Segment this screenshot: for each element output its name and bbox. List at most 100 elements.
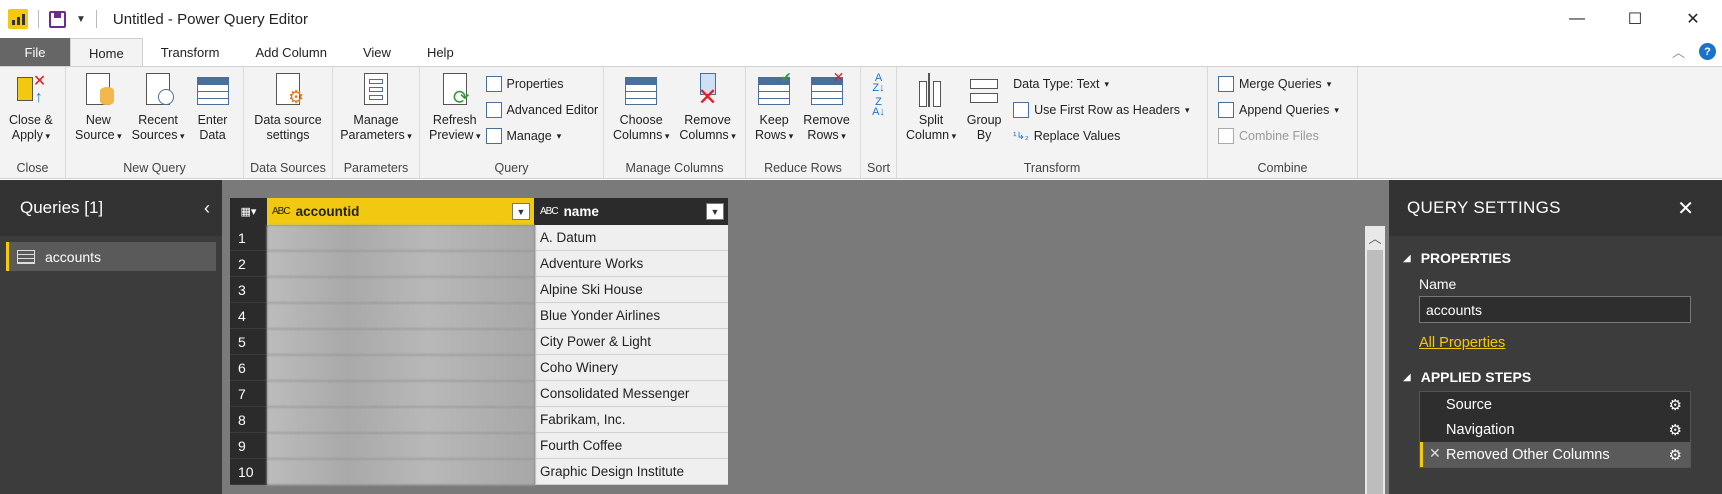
accountid-cell-redacted[interactable] [267, 407, 535, 433]
remove-columns-button[interactable]: ✕ Remove Columns [674, 71, 740, 158]
row-number[interactable]: 10 [230, 459, 267, 485]
manage-query-button[interactable]: Manage [485, 125, 599, 147]
tab-view[interactable]: View [345, 38, 409, 66]
append-queries-button[interactable]: Append Queries [1218, 99, 1339, 121]
accountid-cell-redacted[interactable] [267, 355, 535, 381]
column-header-accountid[interactable]: ABC accountid ▼ [267, 198, 535, 225]
scroll-thumb[interactable] [1367, 250, 1383, 494]
group-reduce-rows-label: Reduce Rows [764, 161, 842, 175]
text-type-icon[interactable]: ABC [272, 206, 291, 217]
group-by-icon [966, 71, 1002, 109]
ribbon-tabs: File Home Transform Add Column View Help… [0, 38, 1722, 67]
name-cell[interactable]: Alpine Ski House [535, 277, 728, 303]
power-bi-logo-icon [8, 9, 28, 29]
name-cell[interactable]: Coho Winery [535, 355, 728, 381]
collapse-queries-icon[interactable]: ‹ [204, 198, 210, 219]
tab-help[interactable]: Help [409, 38, 472, 66]
gear-icon[interactable]: ⚙ [1669, 446, 1682, 464]
keep-rows-button[interactable]: ✔ Keep Rows [750, 69, 798, 158]
new-source-label: New Source [75, 113, 122, 144]
row-number[interactable]: 3 [230, 277, 267, 303]
row-number[interactable]: 4 [230, 303, 267, 329]
name-cell[interactable]: A. Datum [535, 225, 728, 251]
filter-dropdown-icon[interactable]: ▼ [512, 203, 530, 220]
advanced-editor-button[interactable]: Advanced Editor [485, 99, 598, 121]
name-cell[interactable]: Graphic Design Institute [535, 459, 728, 485]
enter-data-button[interactable]: Enter Data [190, 71, 236, 158]
tab-home[interactable]: Home [70, 38, 143, 67]
row-number[interactable]: 6 [230, 355, 267, 381]
combine-files-button[interactable]: Combine Files [1218, 125, 1339, 147]
accountid-cell-redacted[interactable] [267, 277, 535, 303]
accountid-cell-redacted[interactable] [267, 329, 535, 355]
group-manage-columns-label: Manage Columns [625, 161, 724, 175]
column-header-name[interactable]: ABC name ▼ [535, 198, 728, 225]
accountid-cell-redacted[interactable] [267, 433, 535, 459]
tab-file[interactable]: File [0, 38, 70, 66]
group-by-button[interactable]: Group By [961, 71, 1007, 158]
row-number[interactable]: 1 [230, 225, 267, 251]
use-first-row-headers-button[interactable]: Use First Row as Headers [1013, 99, 1189, 121]
name-cell[interactable]: Fourth Coffee [535, 433, 728, 459]
query-item-accounts[interactable]: accounts [6, 242, 216, 271]
delete-step-icon[interactable]: ✕ [1429, 445, 1441, 462]
row-number[interactable]: 2 [230, 251, 267, 277]
tab-add-column[interactable]: Add Column [237, 38, 345, 66]
name-cell[interactable]: Adventure Works [535, 251, 728, 277]
sort-ascending-icon[interactable]: A Z↓ [872, 73, 884, 94]
filter-dropdown-icon[interactable]: ▼ [706, 203, 724, 220]
step-source[interactable]: Source ⚙ [1420, 392, 1690, 417]
data-source-settings-button[interactable]: ⚙ Data source settings [249, 71, 326, 158]
new-source-button[interactable]: New Source [70, 71, 127, 158]
tab-transform[interactable]: Transform [143, 38, 238, 66]
group-transform: Split Column Group By Data Type: Text Us… [897, 67, 1208, 178]
collapse-ribbon-icon[interactable]: ︿ [1672, 42, 1685, 61]
step-removed-other-columns[interactable]: ✕ Removed Other Columns ⚙ [1420, 442, 1690, 467]
step-navigation[interactable]: Navigation ⚙ [1420, 417, 1690, 442]
properties-section-title[interactable]: ◢ PROPERTIES [1403, 250, 1722, 266]
split-column-button[interactable]: Split Column [901, 71, 961, 158]
data-type-dropdown[interactable]: Data Type: Text [1013, 73, 1189, 95]
merge-queries-button[interactable]: Merge Queries [1218, 73, 1339, 95]
applied-steps-section-title[interactable]: ◢ APPLIED STEPS [1403, 369, 1722, 385]
help-icon[interactable]: ? [1699, 43, 1716, 60]
replace-values-button[interactable]: ¹↳₂ Replace Values [1013, 125, 1189, 147]
text-type-icon[interactable]: ABC [540, 206, 559, 217]
accountid-cell-redacted[interactable] [267, 459, 535, 485]
accountid-cell-redacted[interactable] [267, 303, 535, 329]
keep-rows-icon: ✔ [756, 69, 792, 109]
table-menu-icon[interactable]: ▦▾ [230, 198, 267, 225]
enter-data-label: Enter Data [197, 113, 228, 142]
quick-access-dropdown-icon[interactable]: ▼ [76, 14, 86, 25]
minimize-button[interactable]: — [1548, 0, 1606, 38]
scroll-up-icon[interactable]: ︿ [1365, 226, 1385, 248]
close-apply-button[interactable]: ✕ ↑ Close & Apply [4, 71, 58, 158]
refresh-preview-button[interactable]: ⟳ Refresh Preview [424, 71, 486, 158]
query-name-input[interactable]: accounts [1419, 296, 1691, 323]
close-window-button[interactable]: ✕ [1664, 0, 1722, 38]
choose-columns-button[interactable]: Choose Columns [608, 71, 674, 158]
name-cell[interactable]: Blue Yonder Airlines [535, 303, 728, 329]
row-number[interactable]: 5 [230, 329, 267, 355]
save-icon[interactable] [49, 10, 66, 28]
manage-parameters-button[interactable]: Manage Parameters [335, 71, 417, 158]
recent-sources-button[interactable]: Recent Sources [127, 71, 190, 158]
name-cell[interactable]: Fabrikam, Inc. [535, 407, 728, 433]
accountid-cell-redacted[interactable] [267, 381, 535, 407]
name-cell[interactable]: Consolidated Messenger [535, 381, 728, 407]
accountid-cell-redacted[interactable] [267, 251, 535, 277]
name-cell[interactable]: City Power & Light [535, 329, 728, 355]
accountid-cell-redacted[interactable] [267, 225, 535, 251]
row-number[interactable]: 8 [230, 407, 267, 433]
remove-rows-button[interactable]: ✕ Remove Rows [798, 69, 855, 158]
vertical-scrollbar[interactable]: ︿ [1365, 226, 1385, 494]
properties-button[interactable]: Properties [485, 73, 599, 95]
row-number[interactable]: 7 [230, 381, 267, 407]
maximize-button[interactable]: ☐ [1606, 0, 1664, 38]
row-number[interactable]: 9 [230, 433, 267, 459]
gear-icon[interactable]: ⚙ [1669, 421, 1682, 439]
all-properties-link[interactable]: All Properties [1419, 335, 1505, 351]
close-settings-icon[interactable]: ✕ [1677, 196, 1694, 221]
sort-descending-icon[interactable]: Z A↓ [872, 97, 885, 118]
gear-icon[interactable]: ⚙ [1669, 396, 1682, 414]
